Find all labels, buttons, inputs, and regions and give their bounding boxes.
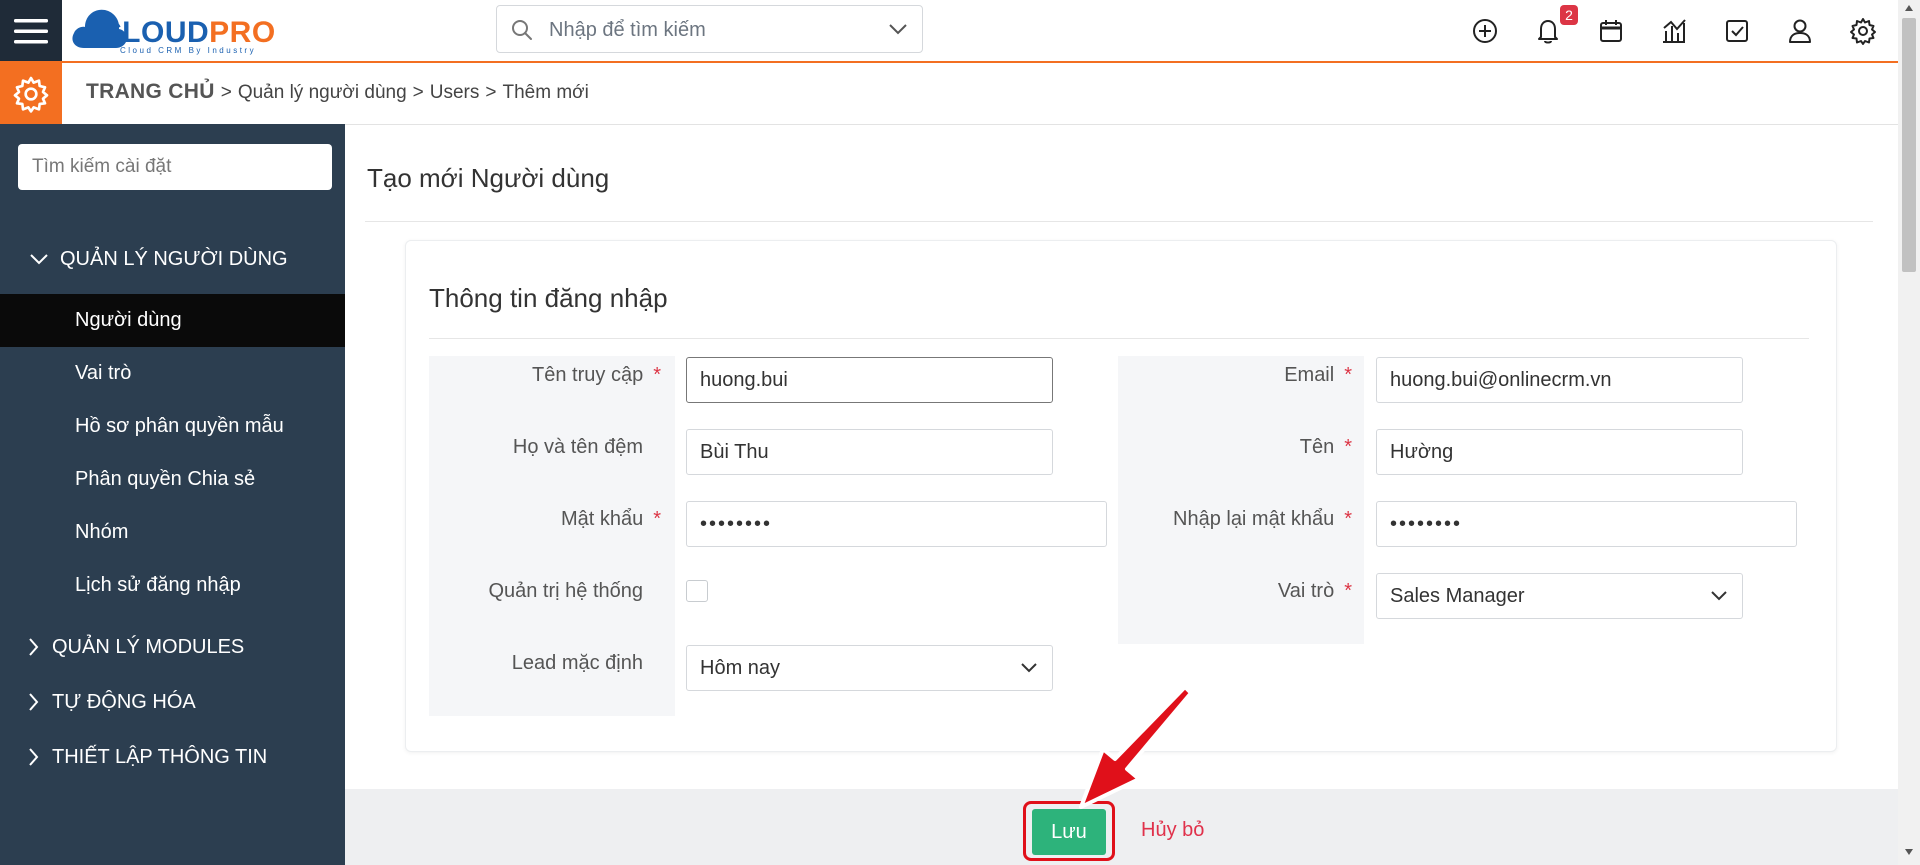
settings-search-input[interactable] — [18, 144, 332, 190]
middle-name-label: Họ và tên đệm — [512, 436, 643, 458]
breadcrumb-separator: > — [412, 82, 424, 103]
first-name-label: Tên * — [1299, 436, 1352, 458]
role-select[interactable]: Sales Manager — [1376, 573, 1743, 619]
save-button[interactable]: Lưu — [1032, 809, 1106, 855]
sidebar-item-label: Vai trò — [75, 362, 132, 384]
sidebar-item-users[interactable]: Người dùng — [0, 294, 345, 347]
global-search-box[interactable] — [496, 5, 923, 53]
hamburger-icon — [14, 18, 48, 43]
sidebar-section-user-management[interactable]: QUẢN LÝ NGƯỜI DÙNG — [0, 234, 373, 284]
sidebar-item-roles[interactable]: Vai trò — [0, 347, 345, 400]
sidebar-section-modules[interactable]: QUẢN LÝ MODULES — [0, 622, 371, 672]
sidebar-item-label: Nhóm — [75, 521, 129, 543]
chevron-right-icon — [26, 747, 40, 767]
settings-gear-icon[interactable] — [1848, 16, 1878, 46]
password-input[interactable] — [686, 501, 1107, 547]
user-icon[interactable] — [1785, 16, 1815, 46]
breadcrumb-current: Thêm mới — [502, 82, 589, 103]
email-input[interactable] — [1376, 357, 1743, 403]
chevron-down-icon — [1021, 663, 1037, 673]
sidebar-item-login-history[interactable]: Lịch sử đăng nhập — [0, 559, 345, 612]
breadcrumb-user-management[interactable]: Quản lý người dùng — [238, 82, 407, 103]
chevron-right-icon — [26, 692, 40, 712]
top-bar: CLOUDPRO Cloud CRM By Industry 2 — [0, 0, 1898, 63]
sidebar-section-configuration[interactable]: THIẾT LẬP THÔNG TIN — [0, 732, 371, 782]
breadcrumb-users[interactable]: Users — [430, 82, 480, 103]
chevron-down-icon — [28, 252, 50, 266]
sidebar-section-label: TỰ ĐỘNG HÓA — [52, 690, 196, 713]
system-admin-checkbox[interactable] — [686, 580, 708, 602]
scroll-down-arrow-icon[interactable] — [1904, 848, 1914, 856]
login-info-card: Thông tin đăng nhập Tên truy cập* Họ và … — [405, 240, 1837, 752]
settings-section-icon-box — [0, 63, 62, 124]
cloudpro-logo[interactable]: CLOUDPRO Cloud CRM By Industry — [70, 4, 300, 56]
title-divider — [365, 221, 1873, 222]
sidebar-item-label: Hồ sơ phân quyền mẫu — [75, 415, 284, 437]
breadcrumb-separator: > — [220, 82, 232, 103]
logo-tagline: Cloud CRM By Industry — [120, 46, 257, 55]
sidebar-item-label: Người dùng — [75, 309, 182, 331]
add-circle-icon[interactable] — [1470, 16, 1500, 46]
page-scrollbar[interactable] — [1898, 0, 1920, 865]
password-label: Mật khẩu * — [560, 508, 661, 530]
global-search-input[interactable] — [547, 14, 871, 46]
system-admin-label: Quản trị hệ thống — [488, 580, 643, 602]
sidebar-item-label: Lịch sử đăng nhập — [75, 574, 241, 596]
sidebar-item-sharing-rules[interactable]: Phân quyền Chia sẻ — [0, 453, 345, 506]
bell-icon[interactable] — [1533, 16, 1563, 46]
scrollbar-thumb[interactable] — [1902, 18, 1916, 272]
breadcrumb-home[interactable]: TRANG CHỦ — [86, 80, 215, 103]
menu-toggle-button[interactable] — [0, 0, 62, 61]
card-title: Thông tin đăng nhập — [429, 283, 668, 313]
role-value: Sales Manager — [1390, 584, 1525, 607]
breadcrumb: TRANG CHỦ > Quản lý người dùng > Users > Thêm … — [86, 80, 589, 104]
notification-badge: 2 — [1560, 5, 1578, 25]
default-lead-label: Lead mặc định — [511, 652, 643, 674]
scroll-up-arrow-icon[interactable] — [1904, 4, 1914, 12]
sidebar-section-label: QUẢN LÝ MODULES — [52, 635, 245, 658]
sidebar-item-label: Phân quyền Chia sẻ — [75, 468, 256, 490]
logo-accent-text: PRO — [209, 16, 276, 49]
confirm-password-label: Nhập lại mật khẩu * — [1173, 508, 1352, 530]
settings-gear-icon — [13, 76, 49, 113]
logo-wordmark: CLOUDPRO — [100, 16, 276, 50]
role-label: Vai trò * — [1277, 580, 1352, 602]
chart-icon[interactable] — [1659, 16, 1689, 46]
default-lead-value: Hôm nay — [700, 656, 781, 679]
calendar-icon[interactable] — [1596, 16, 1626, 46]
default-lead-select[interactable]: Hôm nay — [686, 645, 1053, 691]
task-check-icon[interactable] — [1722, 16, 1752, 46]
sidebar-item-groups[interactable]: Nhóm — [0, 506, 345, 559]
username-label: Tên truy cập * — [532, 364, 661, 386]
sidebar-section-automation[interactable]: TỰ ĐỘNG HÓA — [0, 677, 371, 727]
sidebar-section-label: THIẾT LẬP THÔNG TIN — [52, 745, 268, 768]
sidebar-item-profiles[interactable]: Hồ sơ phân quyền mẫu — [0, 400, 345, 453]
breadcrumb-separator: > — [485, 82, 497, 103]
confirm-password-input[interactable] — [1376, 501, 1797, 547]
chevron-right-icon — [26, 637, 40, 657]
email-label: Email * — [1284, 364, 1352, 386]
cancel-link[interactable]: Hủy bỏ — [1141, 819, 1204, 842]
card-divider — [429, 338, 1809, 339]
logo-main-text: CLOUD — [100, 16, 210, 49]
annotation-arrow-icon — [1079, 685, 1193, 809]
search-icon — [512, 20, 532, 40]
sidebar-section-label: QUẢN LÝ NGƯỜI DÙNG — [60, 247, 288, 270]
middle-name-input[interactable] — [686, 429, 1053, 475]
username-input[interactable] — [686, 357, 1053, 403]
chevron-down-icon — [1711, 591, 1727, 601]
first-name-input[interactable] — [1376, 429, 1743, 475]
page-title: Tạo mới Người dùng — [367, 163, 610, 193]
chevron-down-icon[interactable] — [888, 22, 908, 36]
settings-sidebar: QUẢN LÝ NGƯỜI DÙNG Người dùng Vai trò Hồ… — [0, 124, 345, 865]
